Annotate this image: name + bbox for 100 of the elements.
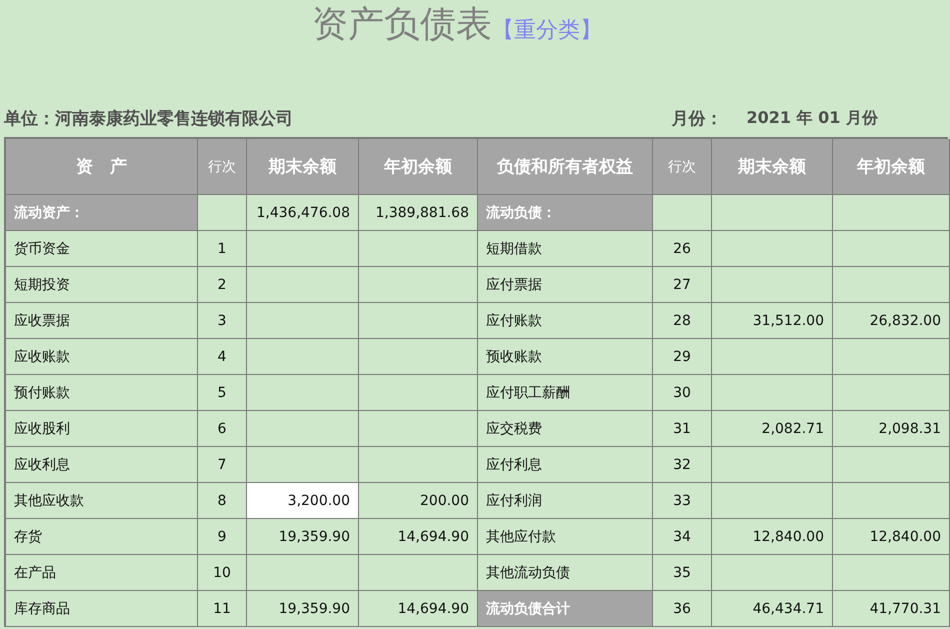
table-cell[interactable]: 14,694.90 xyxy=(359,519,478,555)
table-cell[interactable] xyxy=(833,195,950,231)
table-cell[interactable] xyxy=(359,375,478,411)
table-cell[interactable]: 29 xyxy=(653,339,712,375)
table-cell[interactable]: 31 xyxy=(653,411,712,447)
table-cell[interactable] xyxy=(833,447,950,483)
table-cell[interactable] xyxy=(359,339,478,375)
table-cell[interactable] xyxy=(712,231,833,267)
table-cell[interactable]: 应付利润 xyxy=(478,483,653,519)
company-name: 河南泰康药业零售连锁有限公司 xyxy=(55,109,293,129)
table-cell[interactable]: 46,434.71 xyxy=(712,591,833,627)
table-cell[interactable] xyxy=(359,267,478,303)
table-cell[interactable] xyxy=(712,195,833,231)
table-cell[interactable]: 应付职工薪酬 xyxy=(478,375,653,411)
table-cell[interactable]: 应付账款 xyxy=(478,303,653,339)
table-cell[interactable]: 36 xyxy=(653,591,712,627)
table-cell[interactable]: 35 xyxy=(653,555,712,591)
table-cell[interactable]: 28 xyxy=(653,303,712,339)
table-cell[interactable] xyxy=(833,483,950,519)
table-cell[interactable]: 1 xyxy=(198,231,247,267)
table-cell[interactable] xyxy=(247,375,359,411)
column-header: 期末余额 xyxy=(247,139,359,195)
table-cell[interactable]: 31,512.00 xyxy=(712,303,833,339)
column-header: 年初余额 xyxy=(359,139,478,195)
table-cell[interactable]: 短期投资 xyxy=(6,267,198,303)
table-cell[interactable]: 2 xyxy=(198,267,247,303)
table-cell[interactable]: 应付票据 xyxy=(478,267,653,303)
column-header: 行次 xyxy=(653,139,712,195)
table-cell[interactable]: 3,200.00 xyxy=(247,483,359,519)
table-cell[interactable] xyxy=(359,447,478,483)
table-cell[interactable] xyxy=(833,339,950,375)
table-cell[interactable] xyxy=(653,195,712,231)
table-cell[interactable] xyxy=(247,231,359,267)
table-cell[interactable] xyxy=(247,555,359,591)
table-cell[interactable]: 30 xyxy=(653,375,712,411)
table-cell[interactable]: 2,098.31 xyxy=(833,411,950,447)
table-cell[interactable]: 短期借款 xyxy=(478,231,653,267)
table-cell[interactable] xyxy=(247,339,359,375)
report-title: 资产负债表 xyxy=(312,3,492,47)
table-cell[interactable]: 应收股利 xyxy=(6,411,198,447)
table-cell[interactable]: 货币资金 xyxy=(6,231,198,267)
table-cell[interactable]: 32 xyxy=(653,447,712,483)
table-cell[interactable] xyxy=(712,447,833,483)
table-cell[interactable]: 12,840.00 xyxy=(712,519,833,555)
report-subtitle: 【重分类】 xyxy=(492,17,602,45)
column-header: 期末余额 xyxy=(712,139,833,195)
table-cell[interactable]: 19,359.90 xyxy=(247,519,359,555)
table-cell[interactable]: 其他应付款 xyxy=(478,519,653,555)
table-cell[interactable] xyxy=(359,555,478,591)
table-cell[interactable]: 其他应收款 xyxy=(6,483,198,519)
table-cell[interactable] xyxy=(712,339,833,375)
table-cell[interactable]: 10 xyxy=(198,555,247,591)
table-cell[interactable]: 存货 xyxy=(6,519,198,555)
table-cell[interactable]: 3 xyxy=(198,303,247,339)
table-cell[interactable]: 预收账款 xyxy=(478,339,653,375)
table-cell[interactable]: 11 xyxy=(198,591,247,627)
table-cell[interactable]: 27 xyxy=(653,267,712,303)
table-cell[interactable] xyxy=(833,267,950,303)
table-cell[interactable] xyxy=(712,483,833,519)
table-cell[interactable]: 7 xyxy=(198,447,247,483)
table-cell[interactable]: 预付账款 xyxy=(6,375,198,411)
table-cell[interactable]: 12,840.00 xyxy=(833,519,950,555)
column-header: 行次 xyxy=(198,139,247,195)
table-cell[interactable] xyxy=(359,411,478,447)
table-cell[interactable] xyxy=(833,555,950,591)
table-cell[interactable] xyxy=(712,375,833,411)
table-cell[interactable]: 26 xyxy=(653,231,712,267)
table-cell[interactable] xyxy=(833,375,950,411)
table-cell[interactable]: 2,082.71 xyxy=(712,411,833,447)
table-cell[interactable]: 26,832.00 xyxy=(833,303,950,339)
table-cell[interactable] xyxy=(712,267,833,303)
table-cell[interactable] xyxy=(833,231,950,267)
table-cell[interactable]: 33 xyxy=(653,483,712,519)
table-cell[interactable]: 在产品 xyxy=(6,555,198,591)
table-cell[interactable]: 4 xyxy=(198,339,247,375)
table-cell[interactable] xyxy=(198,195,247,231)
column-header: 资 产 xyxy=(6,139,198,195)
table-cell[interactable]: 5 xyxy=(198,375,247,411)
table-cell[interactable]: 应付利息 xyxy=(478,447,653,483)
table-cell[interactable]: 41,770.31 xyxy=(833,591,950,627)
table-cell[interactable]: 应收票据 xyxy=(6,303,198,339)
unit-label: 单位： xyxy=(4,109,55,129)
table-cell[interactable]: 9 xyxy=(198,519,247,555)
table-cell[interactable] xyxy=(247,411,359,447)
table-cell[interactable]: 应收账款 xyxy=(6,339,198,375)
table-cell[interactable]: 应交税费 xyxy=(478,411,653,447)
table-cell[interactable] xyxy=(247,267,359,303)
period-label: 月份： xyxy=(671,108,722,130)
table-cell[interactable]: 19,359.90 xyxy=(247,591,359,627)
table-cell[interactable]: 1,436,476.08 xyxy=(247,195,359,231)
table-cell[interactable]: 库存商品 xyxy=(6,591,198,627)
table-cell[interactable] xyxy=(359,303,478,339)
table-cell[interactable]: 34 xyxy=(653,519,712,555)
table-cell[interactable]: 6 xyxy=(198,411,247,447)
table-cell[interactable] xyxy=(712,555,833,591)
table-cell[interactable]: 应收利息 xyxy=(6,447,198,483)
table-cell[interactable] xyxy=(247,303,359,339)
table-cell[interactable] xyxy=(359,231,478,267)
table-cell[interactable]: 200.00 xyxy=(359,483,478,519)
column-header: 负债和所有者权益 xyxy=(478,139,653,195)
